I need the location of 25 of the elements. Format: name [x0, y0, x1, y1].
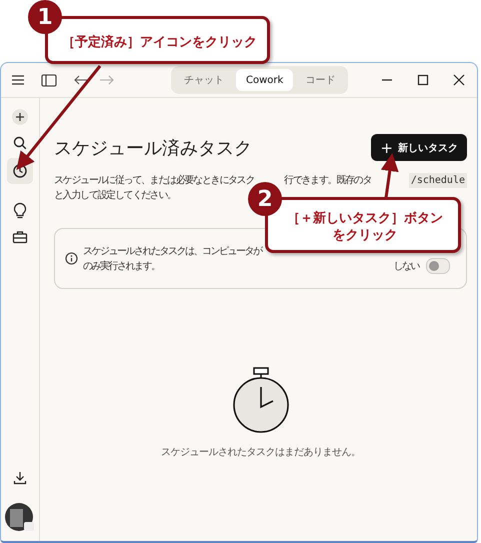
page-title: スケジュール済みタスク — [54, 136, 252, 160]
search-icon — [11, 134, 29, 152]
sidebar-toggle-icon[interactable] — [41, 74, 57, 86]
notice-text: のみ実行されます。 — [83, 260, 160, 274]
stopwatch-icon — [230, 367, 290, 433]
empty-state-text: スケジュールされたタスクはまだありません。 — [160, 446, 360, 459]
clock-icon — [11, 162, 29, 180]
mode-tab[interactable]: Cowork — [236, 69, 294, 91]
toggle-switch[interactable] — [426, 258, 450, 274]
mode-tab[interactable]: チャット — [174, 69, 234, 91]
new-chat-icon — [11, 108, 29, 126]
back-icon[interactable] — [73, 74, 89, 86]
description-text: 行できます。既存のタ — [284, 174, 372, 188]
avatar[interactable] — [5, 503, 35, 533]
toggle-label: しない — [394, 260, 419, 272]
lightbulb-icon — [11, 202, 29, 220]
info-icon — [65, 252, 78, 265]
description-text: と入力して設定してください。 — [54, 190, 176, 201]
new-task-button[interactable]: + 新しいタスク — [371, 134, 467, 161]
pointer-arrow — [380, 153, 399, 198]
notice-text: スケジュールされたタスクは、コンピュータが — [83, 244, 262, 258]
download-icon[interactable] — [13, 471, 27, 485]
command-code: /schedule — [408, 173, 467, 188]
menu-icon[interactable] — [11, 74, 25, 86]
mode-tab[interactable]: コード — [295, 69, 346, 91]
